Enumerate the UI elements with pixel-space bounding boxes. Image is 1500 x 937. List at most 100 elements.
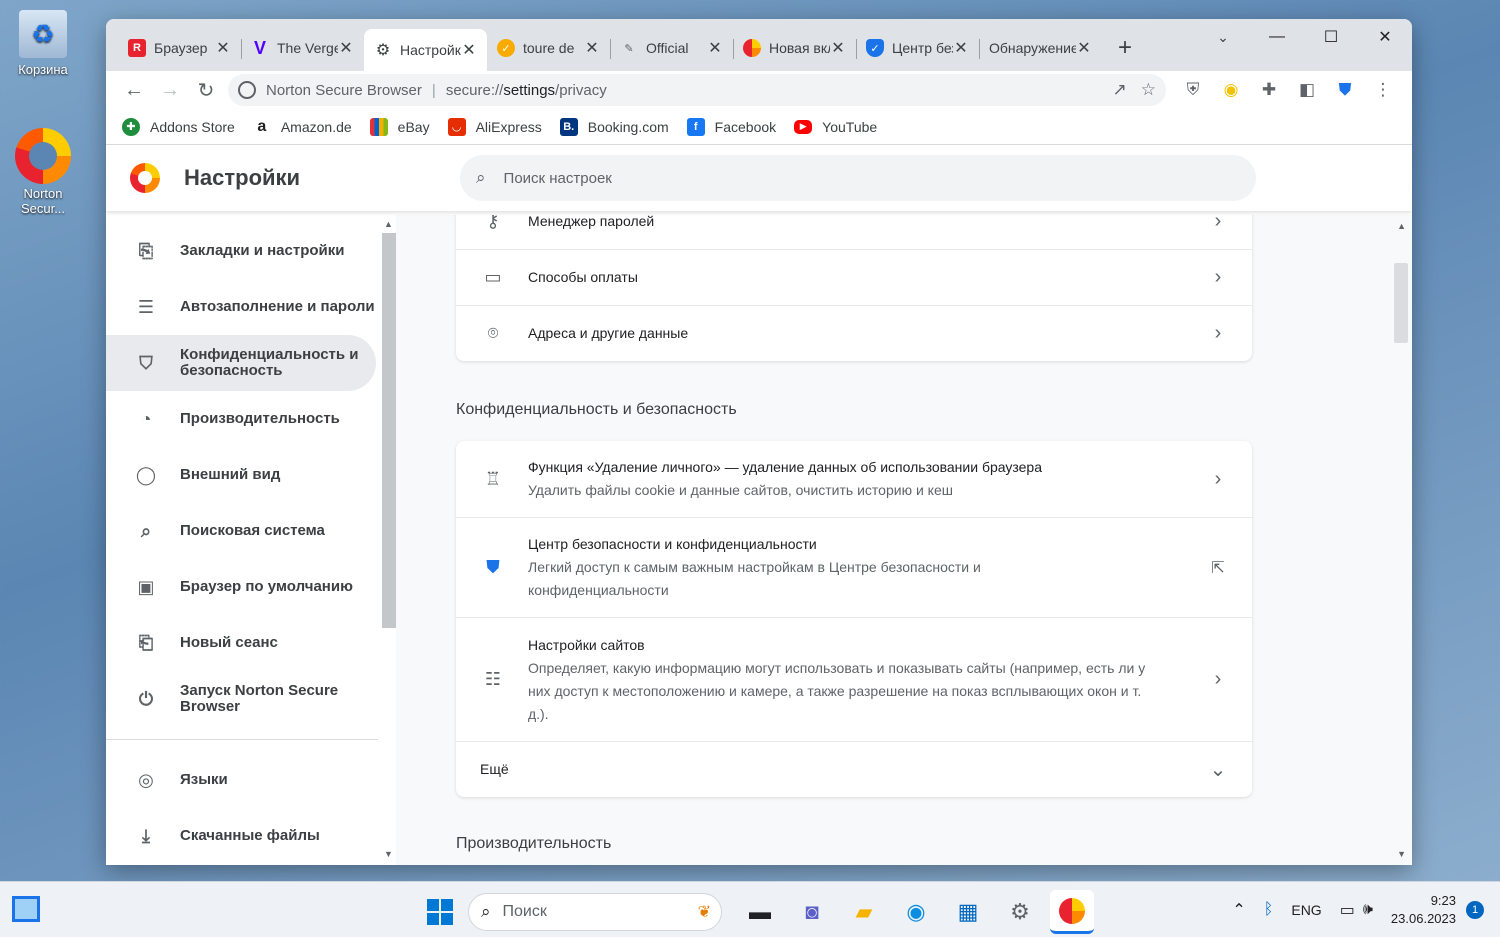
tab-strip: R Браузер ✕ V The Verge ✕ ⚙ Настройки ✕ … [106, 19, 1412, 71]
volume-icon[interactable]: 🕪 [1363, 901, 1373, 919]
address-bar[interactable]: Norton Secure Browser | secure://setting… [228, 74, 1166, 106]
tab-close-icon[interactable]: ✕ [1076, 38, 1092, 58]
location-icon: ⌾ [487, 323, 499, 343]
search-icon: ⌕ [481, 902, 491, 921]
new-tab-button[interactable]: + [1110, 33, 1140, 63]
booking-icon: B. [559, 117, 578, 136]
tab-close-icon[interactable]: ✕ [830, 38, 846, 58]
settings-search-input[interactable]: ⌕ Поиск настроек [460, 155, 1256, 201]
sidebar-item-startup[interactable]: ⏻ Запуск Norton Secure Browser [106, 671, 376, 727]
norton-shield-icon[interactable]: ⛊ [1326, 74, 1364, 106]
bookmark-facebook[interactable]: f Facebook [686, 117, 776, 136]
star-icon[interactable]: ☆ [1141, 80, 1156, 100]
widgets-icon[interactable] [12, 896, 40, 922]
maximize-button[interactable]: ☐ [1304, 19, 1358, 55]
sidebar-item-performance[interactable]: ◔ Производительность [106, 391, 376, 447]
language-indicator[interactable]: ENG [1291, 902, 1321, 918]
more-expander-row[interactable]: Ещё ⌄ [456, 741, 1252, 797]
sidebar-item-bookmarks[interactable]: ⎘ Закладки и настройки [106, 223, 376, 279]
close-button[interactable]: ✕ [1358, 19, 1412, 55]
search-extension-icon[interactable]: ◉ [1212, 74, 1250, 106]
bookmark-aliexpress[interactable]: ◡ AliExpress [447, 117, 542, 136]
sidebar-item-appearance[interactable]: ◯ Внешний вид [106, 447, 376, 503]
main-scroll-down-icon[interactable]: ▼ [1397, 849, 1406, 859]
settings-sidebar: ⎘ Закладки и настройки ☰ Автозаполнение … [106, 215, 396, 865]
settings-gear-icon[interactable]: ⚙ [998, 890, 1042, 934]
tab-close-icon[interactable]: ✕ [707, 38, 723, 58]
tab-search-chevron-icon[interactable]: ⌄ [1208, 25, 1238, 49]
start-button[interactable] [420, 892, 460, 932]
site-info-icon[interactable] [238, 81, 256, 99]
clock[interactable]: 9:23 23.06.2023 [1391, 892, 1456, 928]
sidebar-scroll-up-icon[interactable]: ▲ [384, 219, 393, 229]
share-icon[interactable]: ↗ [1113, 80, 1127, 100]
page-title: Настройки [184, 165, 301, 190]
addresses-row[interactable]: ⌾ Адреса и другие данные › [456, 305, 1252, 361]
recycle-bin-desktop-icon[interactable]: ♻ Корзина [3, 10, 83, 77]
security-center-row[interactable]: ⛊ Центр безопасности и конфиденциальност… [456, 517, 1252, 617]
main-scroll-up-icon[interactable]: ▲ [1397, 221, 1406, 231]
chat-icon[interactable]: ◙ [790, 890, 834, 934]
chevron-up-icon[interactable]: ⌃ [1232, 900, 1245, 920]
row-label: Способы оплаты [528, 269, 638, 285]
taskbar-search-input[interactable]: ⌕ Поиск ❦ [468, 893, 722, 931]
bluetooth-icon[interactable]: ᛒ [1264, 901, 1274, 919]
tab-close-icon[interactable]: ✕ [953, 38, 969, 58]
tab-close-icon[interactable]: ✕ [461, 40, 477, 60]
reload-button[interactable]: ↻ [188, 74, 224, 106]
norton-browser-taskbar-icon[interactable] [1050, 890, 1094, 934]
puzzle-icon[interactable]: ✚ [1250, 74, 1288, 106]
store-icon[interactable]: ▦ [946, 890, 990, 934]
site-settings-row[interactable]: ☷ Настройки сайтов Определяет, какую инф… [456, 617, 1252, 741]
main-scrollbar[interactable] [1394, 263, 1408, 343]
privacy-section-title: Конфиденциальность и безопасность [456, 401, 737, 418]
sidebar-scroll-down-icon[interactable]: ▼ [384, 849, 393, 859]
sidebar-item-downloads[interactable]: ⤓ Скачанные файлы [106, 808, 376, 864]
notification-badge[interactable]: 1 [1466, 901, 1484, 919]
tab-toure[interactable]: ✓ toure de ✕ [487, 29, 610, 67]
sidebar-item-label: Автозаполнение и пароли [180, 298, 375, 315]
bookmark-amazon[interactable]: a Amazon.de [253, 118, 351, 136]
sidebar-scrollbar[interactable] [382, 233, 396, 628]
sidebar-item-privacy[interactable]: ⛉ Конфиденциальность и безопасность [106, 335, 376, 391]
tab-security-center[interactable]: ✓ Центр безопасности ✕ [856, 29, 979, 67]
tab-new-tab[interactable]: Новая вкладка ✕ [733, 29, 856, 67]
bookmark-youtube[interactable]: ▶ YouTube [794, 119, 877, 135]
shield-extension-icon[interactable]: ⛨ [1174, 74, 1212, 106]
norton-desktop-icon[interactable]: Norton Secur... [3, 128, 83, 216]
password-manager-row[interactable]: ⚷ Менеджер паролей › [456, 215, 1252, 249]
bookmark-addons-store[interactable]: ✚ Addons Store [122, 117, 235, 136]
tab-settings[interactable]: ⚙ Настройки ✕ [364, 29, 487, 71]
network-icon[interactable]: ▭ [1340, 900, 1355, 920]
site-name: Norton Secure Browser [266, 81, 422, 99]
sidebar-item-search-engine[interactable]: ⌕ Поисковая система [106, 503, 376, 559]
clear-browsing-data-row[interactable]: ♖ Функция «Удаление личного» — удаление … [456, 441, 1252, 517]
tab-official[interactable]: ✎ Official ✕ [610, 29, 733, 67]
minimize-button[interactable]: — [1250, 19, 1304, 55]
sidebar-item-new-session[interactable]: ⎗ Новый сеанс [106, 615, 376, 671]
back-button[interactable]: ← [116, 74, 152, 106]
tab-detection[interactable]: Обнаружение ✕ [979, 29, 1102, 67]
tab-close-icon[interactable]: ✕ [338, 38, 354, 58]
task-view-icon[interactable]: ▬ [738, 890, 782, 934]
sidebar-item-label: Конфиденциальность и безопасность [180, 346, 359, 379]
tab-close-icon[interactable]: ✕ [584, 38, 600, 58]
tab-browser[interactable]: R Браузер ✕ [118, 29, 241, 67]
aliexpress-icon: ◡ [447, 117, 466, 136]
sidebar-divider [106, 739, 378, 740]
menu-kebab-icon[interactable]: ⋮ [1364, 74, 1402, 106]
edge-icon[interactable]: ◉ [894, 890, 938, 934]
bookmark-booking[interactable]: B. Booking.com [559, 117, 669, 136]
tab-close-icon[interactable]: ✕ [215, 38, 231, 58]
payment-methods-row[interactable]: ▭ Способы оплаты › [456, 249, 1252, 305]
side-panel-icon[interactable]: ◧ [1288, 74, 1326, 106]
sidebar-item-default-browser[interactable]: ▣ Браузер по умолчанию [106, 559, 376, 615]
sidebar-item-autofill[interactable]: ☰ Автозаполнение и пароли [106, 279, 376, 335]
forward-button[interactable]: → [152, 74, 188, 106]
file-explorer-icon[interactable]: ▰ [842, 890, 886, 934]
tab-the-verge[interactable]: V The Verge ✕ [241, 29, 364, 67]
sidebar-item-languages[interactable]: ◎ Языки [106, 752, 376, 808]
bookmark-label: AliExpress [475, 118, 542, 135]
settings-content: ⎘ Закладки и настройки ☰ Автозаполнение … [106, 215, 1412, 865]
bookmark-ebay[interactable]: eBay [369, 117, 430, 136]
